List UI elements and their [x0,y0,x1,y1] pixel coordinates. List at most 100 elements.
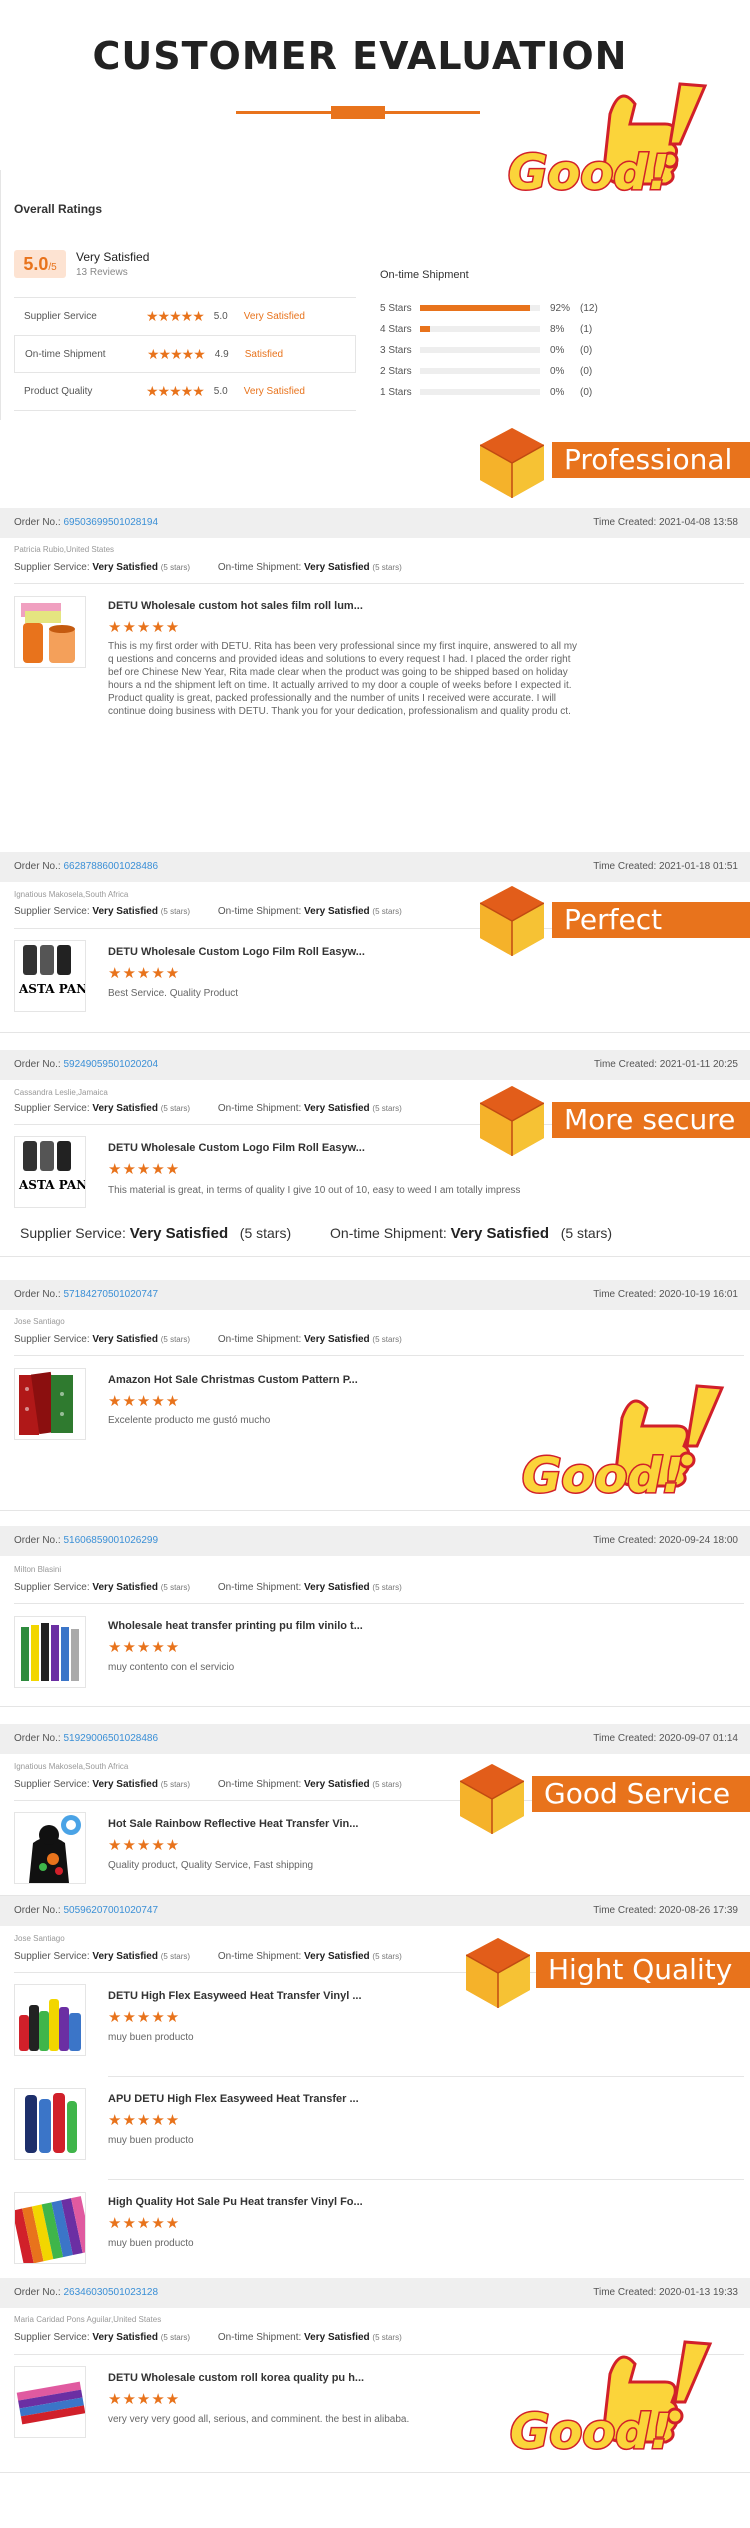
review-comment: muy buen producto [108,2135,194,2146]
rating-row-text: Very Satisfied [243,386,305,397]
product-stars: ★★★★★ [108,2391,181,2408]
supplier-service-value: Very Satisfied [92,2332,158,2343]
supplier-service-label: Supplier Service: [14,1103,90,1114]
divider [14,1355,744,1356]
order-number: Order No.: 59249059501020204 [14,1050,158,1080]
shipment-value: Very Satisfied [304,2332,370,2343]
overall-score: 5.0 [23,254,49,274]
shipment-stars: (5 stars) [372,907,402,916]
good-sticker-text: Good! [508,145,670,201]
rating-row-value: 4.9 [214,348,229,360]
asta-pant-text: ASTA PANT! [18,1178,86,1192]
supplier-service-value: Very Satisfied [92,1582,158,1593]
time-created-value: 2021-01-11 20:25 [659,1059,738,1070]
product-title[interactable]: High Quality Hot Sale Pu Heat transfer V… [108,2196,363,2208]
time-created-value: 2020-09-24 18:00 [659,1535,738,1546]
product-title[interactable]: Wholesale heat transfer printing pu film… [108,1620,363,1632]
star-bar-4: 4 Stars 8% (1) [380,322,592,336]
shipment-stars: (5 stars) [560,1225,613,1241]
divider [14,1603,744,1604]
supplier-service-label: Supplier Service: [14,906,90,917]
order-number-link[interactable]: 51929006501028486 [63,1733,158,1744]
shipment-stars: (5 stars) [372,1780,402,1789]
order-header: Order No.: 26346030501023128 Time Create… [0,2278,750,2308]
order-service-ratings: Supplier Service: Very Satisfied (5 star… [14,1779,402,1790]
star-bar-count: (0) [580,365,593,377]
hight-quality-label: Hight Quality [536,1952,750,1988]
product-title[interactable]: DETU Wholesale custom roll korea quality… [108,2372,364,2384]
supplier-service-stars: (5 stars) [160,1583,191,1592]
order-number-link[interactable]: 69503699501028194 [63,517,158,528]
shipment-label: On-time Shipment: [217,1779,302,1790]
order-number-link[interactable]: 26346030501023128 [63,2287,158,2298]
product-thumbnail[interactable] [14,1984,86,2056]
overall-score-max: /5 [48,262,57,273]
overall-ratings-title: Overall Ratings [14,202,103,216]
star-bar-label: 2 Stars [380,365,412,377]
order-number-link[interactable]: 57184270501020747 [63,1289,158,1300]
order-no-label: Order No.: [14,2287,61,2298]
product-title[interactable]: Hot Sale Rainbow Reflective Heat Transfe… [108,1818,358,1830]
professional-badge: Professional [480,428,750,498]
star-bar-count: (12) [580,302,598,314]
shipment-label: On-time Shipment: [217,1951,302,1962]
order-time: Time Created: 2020-08-26 17:39 [593,1896,738,1926]
order-number-link[interactable]: 51606859001026299 [63,1535,158,1546]
product-stars: ★★★★★ [108,1393,181,1410]
rating-row-stars: ★★★★★ [147,345,206,362]
professional-label: Professional [552,442,750,478]
good-sticker-image: Good! [500,2336,720,2466]
product-thumbnail[interactable] [14,2366,86,2438]
rating-row-shipment: On-time Shipment ★★★★★ 4.9 Satisfied [14,335,356,373]
order-time: Time Created: 2021-01-11 20:25 [594,1050,738,1080]
hexagon-logo-icon [480,428,544,498]
product-thumbnail[interactable] [14,2192,86,2264]
product-title[interactable]: DETU Wholesale custom hot sales film rol… [108,600,363,612]
order-service-ratings: Supplier Service: Very Satisfied (5 star… [14,1334,402,1345]
order-number-link[interactable]: 66287886001028486 [63,861,158,872]
product-thumbnail[interactable]: ASTA PANT! [14,1136,86,1208]
shipment-value: Very Satisfied [304,906,370,917]
perfect-badge: Perfect [480,886,750,956]
product-title[interactable]: DETU Wholesale Custom Logo Film Roll Eas… [108,1142,365,1154]
shipment-breakdown-title: On-time Shipment [380,269,469,281]
product-thumbnail[interactable] [14,1812,86,1884]
product-thumbnail[interactable]: ASTA PANT! [14,940,86,1012]
service-ratings-enlarged: Supplier Service: Very Satisfied (5 star… [20,1225,612,1242]
time-created-value: 2020-10-19 16:01 [659,1289,738,1300]
buyer-name: Patricia Rubio,United States [14,545,115,554]
shipment-label: On-time Shipment: [217,1582,302,1593]
star-bar-track [420,326,540,332]
product-title[interactable]: APU DETU High Flex Easyweed Heat Transfe… [108,2093,359,2105]
product-title[interactable]: Amazon Hot Sale Christmas Custom Pattern… [108,1374,358,1386]
product-thumbnail[interactable] [14,1616,86,1688]
time-created-value: 2020-08-26 17:39 [659,1905,738,1916]
order-number-link[interactable]: 50596207001020747 [63,1905,158,1916]
supplier-service-stars: (5 stars) [160,563,191,572]
divider [0,1256,750,1257]
good-sticker-text: Good! [522,1448,684,1504]
order-time: Time Created: 2020-01-13 19:33 [593,2278,738,2308]
supplier-service-label: Supplier Service: [14,1779,90,1790]
time-created-label: Time Created: [594,1059,657,1070]
shipment-value: Very Satisfied [304,1334,370,1345]
star-bar-fill [420,326,430,332]
product-thumbnail[interactable] [14,1368,86,1440]
product-title[interactable]: DETU Wholesale Custom Logo Film Roll Eas… [108,946,365,958]
order-service-ratings: Supplier Service: Very Satisfied (5 star… [14,562,402,573]
product-title[interactable]: DETU High Flex Easyweed Heat Transfer Vi… [108,1990,362,2002]
order-no-label: Order No.: [14,517,61,528]
order-number-link[interactable]: 59249059501020204 [63,1059,158,1070]
hight-quality-badge: Hight Quality [466,1938,750,2008]
order-no-label: Order No.: [14,1733,61,1744]
buyer-name: Maria Caridad Pons Aguilar,United States [14,2315,162,2324]
review-comment: Quality product, Quality Service, Fast s… [108,1860,314,1871]
supplier-service-value: Very Satisfied [92,906,158,917]
shipment-label: On-time Shipment: [217,906,302,917]
product-thumbnail[interactable] [14,596,86,668]
time-created-label: Time Created: [593,1289,657,1300]
star-bar-count: (0) [580,344,593,356]
order-no-label: Order No.: [14,1535,61,1546]
hexagon-logo-icon [460,1764,524,1834]
product-thumbnail[interactable] [14,2088,86,2160]
